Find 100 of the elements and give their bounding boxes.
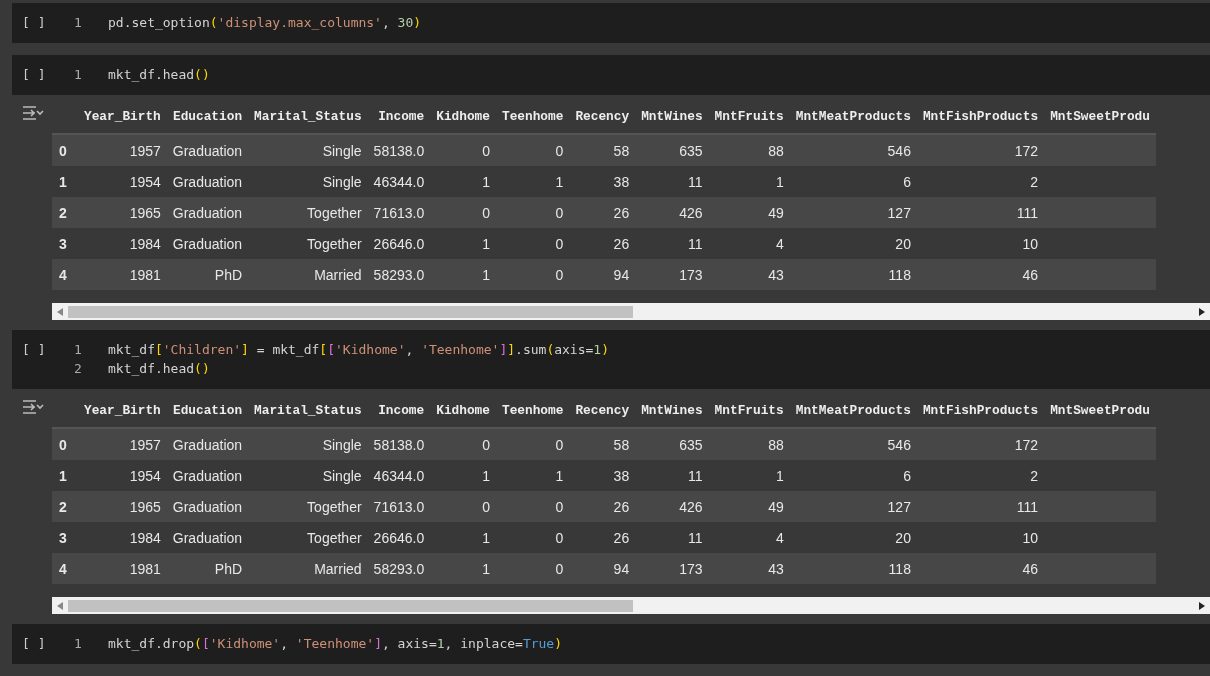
table-cell: 94 [569, 259, 636, 290]
table-cell: 1 [430, 460, 496, 491]
right-arrow-icon[interactable] [1199, 307, 1205, 316]
table-cell: 26 [569, 228, 636, 259]
row-index: 2 [52, 197, 78, 228]
table-cell: 0 [430, 197, 496, 228]
table-cell: 46 [916, 553, 1045, 584]
table-cell: 1 [708, 166, 790, 197]
table-cell: 11 [635, 460, 709, 491]
table-cell: 172 [916, 428, 1045, 460]
table-cell: 0 [495, 491, 570, 522]
horizontal-scrollbar[interactable] [52, 303, 1210, 320]
table-cell: PhD [166, 259, 249, 290]
table-cell: 38 [569, 166, 636, 197]
output-menu-icon[interactable] [22, 399, 44, 415]
table-cell: Married [248, 259, 368, 290]
table-cell: Graduation [166, 491, 249, 522]
row-index: 2 [52, 491, 78, 522]
code-cell[interactable]: [ ] 1 mkt_df.drop(['Kidhome', 'Teenhome'], axis=1, inplace=True) [12, 624, 1210, 664]
table-cell: 173 [635, 553, 709, 584]
table-cell: 0 [495, 522, 570, 553]
table-cell: 635 [635, 428, 709, 460]
table-cell: 49 [708, 491, 790, 522]
run-button[interactable]: [ ] [22, 634, 54, 653]
table-cell: 426 [635, 197, 709, 228]
run-button[interactable]: [ ] [22, 340, 54, 359]
table-cell: 46344.0 [367, 166, 431, 197]
table-cell: 43 [708, 259, 790, 290]
table-cell: 1 [430, 522, 496, 553]
row-index: 1 [52, 166, 78, 197]
table-cell: 635 [635, 134, 709, 166]
table-cell: 0 [495, 197, 570, 228]
table-cell: 1984 [78, 522, 167, 553]
line-number: 2 [73, 360, 83, 378]
table-cell: Single [248, 428, 368, 460]
left-arrow-icon[interactable] [57, 601, 63, 610]
table-cell: 2 [916, 166, 1045, 197]
table-cell: 1981 [78, 259, 167, 290]
row-index: 3 [52, 228, 78, 259]
table-cell: 46 [916, 259, 1045, 290]
table-cell: 6 [789, 460, 917, 491]
table-cell: 58 [569, 428, 636, 460]
table-cell: 111 [916, 491, 1045, 522]
table-cell: Graduation [166, 460, 249, 491]
horizontal-scrollbar[interactable] [52, 597, 1210, 614]
line-number: 1 [73, 341, 83, 359]
row-index: 0 [52, 428, 78, 460]
table-cell: Graduation [166, 428, 249, 460]
scrollbar-thumb[interactable] [68, 599, 633, 612]
table-cell: 58138.0 [367, 134, 431, 166]
table-cell: 1 [495, 460, 570, 491]
scrollbar-thumb[interactable] [68, 305, 633, 318]
table-cell: 11 [635, 166, 709, 197]
table-cell: 426 [635, 491, 709, 522]
table-cell: 43 [708, 553, 790, 584]
table-cell: 111 [916, 197, 1045, 228]
code-cell[interactable]: [ ] 1 mkt_df.head() [12, 55, 1210, 95]
table-cell: Single [248, 134, 368, 166]
table-cell: 11 [635, 228, 709, 259]
table-cell: 0 [495, 134, 570, 166]
table-cell: 1954 [78, 460, 167, 491]
table-cell: 546 [789, 134, 917, 166]
table-cell: 26 [569, 197, 636, 228]
table-cell: 46344.0 [367, 460, 431, 491]
table-cell: Single [248, 460, 368, 491]
table-cell: 1 [495, 166, 570, 197]
table-cell: 1954 [78, 166, 167, 197]
table-cell: Single [248, 166, 368, 197]
table-cell: 1957 [78, 428, 167, 460]
table-cell: 58138.0 [367, 428, 431, 460]
table-cell: 88 [708, 428, 790, 460]
right-arrow-icon[interactable] [1199, 601, 1205, 610]
table-cell: 1965 [78, 491, 167, 522]
run-button[interactable]: [ ] [22, 65, 54, 84]
table-cell: 0 [430, 491, 496, 522]
table-cell: 0 [495, 428, 570, 460]
table-cell: PhD [166, 553, 249, 584]
table-cell: 20 [789, 228, 917, 259]
table-cell: Graduation [166, 197, 249, 228]
left-arrow-icon[interactable] [57, 307, 63, 316]
table-cell: Graduation [166, 228, 249, 259]
code-cell[interactable]: [ ] 1 pd.set_option('display.max_columns', 30) [12, 3, 1210, 43]
table-cell: Together [248, 522, 368, 553]
table-cell: 0 [430, 428, 496, 460]
table-cell: Together [248, 228, 368, 259]
table-cell: 11 [635, 522, 709, 553]
table-cell: Graduation [166, 522, 249, 553]
table-cell: 118 [789, 259, 917, 290]
row-index: 4 [52, 553, 78, 584]
table-cell: 0 [495, 553, 570, 584]
code-line: mkt_df.head() [108, 66, 210, 84]
run-button[interactable]: [ ] [22, 13, 54, 32]
table-cell: 58293.0 [367, 259, 431, 290]
row-index: 3 [52, 522, 78, 553]
table-cell: Together [248, 197, 368, 228]
output-menu-icon[interactable] [22, 105, 44, 121]
table-cell: 26646.0 [367, 228, 431, 259]
code-cell[interactable]: [ ] 1 mkt_df['Children'] = mkt_df[['Kidhome', 'Teenhome']].sum(axis=1) 2 mkt_df.head() [12, 330, 1210, 389]
table-cell: 10 [916, 228, 1045, 259]
table-cell: 1965 [78, 197, 167, 228]
